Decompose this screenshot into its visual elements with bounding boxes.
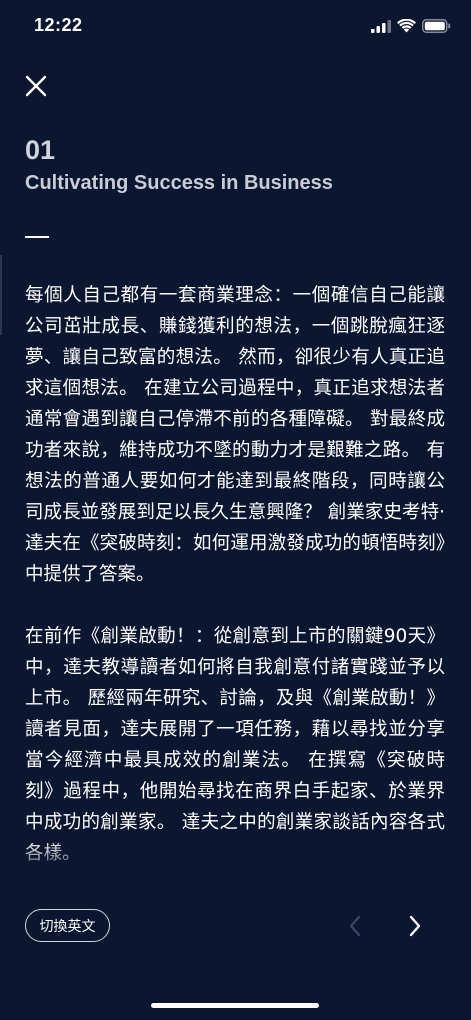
chevron-left-icon xyxy=(349,915,361,937)
close-icon xyxy=(25,75,47,97)
switch-language-button[interactable]: 切換英文 xyxy=(25,909,110,942)
next-page-button[interactable] xyxy=(400,910,430,942)
status-bar: 12:22 xyxy=(0,0,471,56)
edge-marker xyxy=(0,255,2,335)
reading-content[interactable]: 每個人自己都有一套商業理念：一個確信自己能讓公司茁壯成長、賺錢獲利的想法，一個跳… xyxy=(25,280,445,872)
bottom-toolbar xyxy=(0,880,471,1020)
previous-page-button xyxy=(340,910,370,942)
content-fade xyxy=(0,840,471,880)
wifi-icon xyxy=(397,19,416,33)
cellular-signal-icon xyxy=(371,19,391,33)
status-time: 12:22 xyxy=(34,15,83,35)
title-divider xyxy=(25,236,49,238)
close-button[interactable] xyxy=(20,70,52,102)
chapter-number: 01 xyxy=(25,135,56,165)
chevron-right-icon xyxy=(409,915,421,937)
paragraph: 每個人自己都有一套商業理念：一個確信自己能讓公司茁壯成長、賺錢獲利的想法，一個跳… xyxy=(25,285,445,585)
home-indicator[interactable] xyxy=(151,1003,319,1008)
chapter-title: Cultivating Success in Business xyxy=(25,172,333,194)
status-icons xyxy=(371,19,451,33)
battery-icon xyxy=(422,19,451,33)
paragraph: 在前作《創業啟動！：從創意到上市的關鍵90天》中，達夫教導讀者如何將自我創意付諸… xyxy=(25,626,445,864)
